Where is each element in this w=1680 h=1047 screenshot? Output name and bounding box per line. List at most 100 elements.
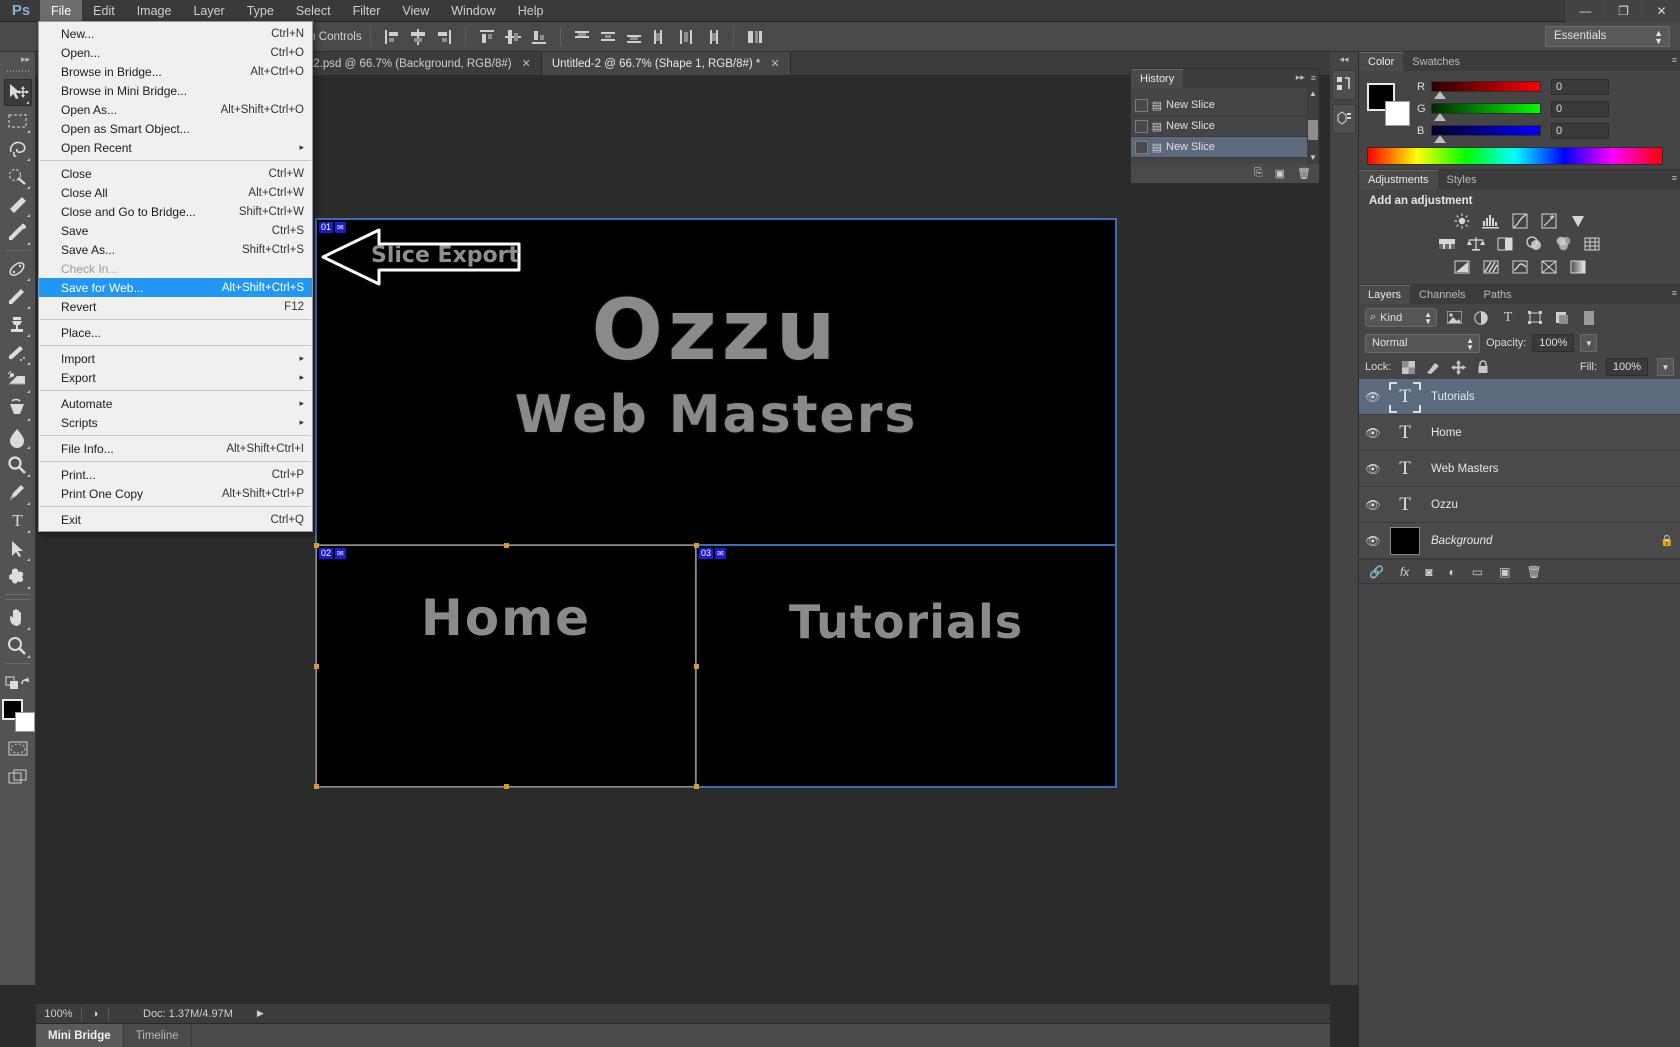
distribute-left-edges-icon[interactable] bbox=[649, 26, 671, 48]
new-layer-icon[interactable]: ▣ bbox=[1499, 565, 1510, 579]
menu-file[interactable]: File bbox=[40, 0, 83, 22]
layer-visibility-icon[interactable]: 👁 bbox=[1359, 390, 1387, 404]
distribute-top-edges-icon[interactable] bbox=[571, 26, 593, 48]
layer-visibility-icon[interactable]: 👁 bbox=[1359, 462, 1387, 476]
smart-object-filter-icon[interactable] bbox=[1552, 308, 1572, 327]
swap-reset-colors[interactable] bbox=[4, 668, 32, 695]
history-snapshot-checkbox[interactable] bbox=[1135, 119, 1148, 133]
close-icon[interactable]: ✕ bbox=[770, 57, 779, 70]
custom-shape-tool[interactable] bbox=[4, 563, 32, 590]
menu-item-print-one-copy[interactable]: Print One Copy Alt+Shift+Ctrl+P bbox=[39, 484, 312, 503]
zoom-tool[interactable] bbox=[4, 632, 32, 659]
menu-edit[interactable]: Edit bbox=[82, 0, 126, 22]
maximize-button[interactable]: ❐ bbox=[1604, 0, 1642, 22]
menu-item-save-for-web[interactable]: Save for Web... Alt+Shift+Ctrl+S bbox=[39, 278, 312, 297]
tab-history[interactable]: History bbox=[1131, 69, 1184, 88]
align-left-edges-icon[interactable] bbox=[381, 26, 403, 48]
type-layer-thumbnail[interactable]: T bbox=[1390, 455, 1420, 483]
distribute-horizontal-centers-icon[interactable] bbox=[675, 26, 697, 48]
lock-transparency-icon[interactable] bbox=[1400, 359, 1416, 375]
slider-knob[interactable] bbox=[1434, 91, 1446, 99]
channel-slider[interactable] bbox=[1431, 103, 1541, 121]
blur-tool[interactable] bbox=[4, 423, 32, 450]
menu-item-open[interactable]: Open... Ctrl+O bbox=[39, 43, 312, 62]
slice-handle[interactable] bbox=[504, 784, 509, 789]
selective-color-icon[interactable] bbox=[1538, 257, 1560, 276]
distribute-bottom-edges-icon[interactable] bbox=[623, 26, 645, 48]
history-list[interactable]: ▤ New Slice ▤ New Slice ▤ New Slice ▲ ▼ bbox=[1131, 88, 1319, 164]
minimize-button[interactable]: — bbox=[1566, 0, 1604, 22]
levels-icon[interactable] bbox=[1480, 211, 1502, 230]
slice-handle[interactable] bbox=[314, 543, 319, 548]
quick-mask-icon[interactable] bbox=[4, 735, 32, 762]
fill-dropdown-arrow[interactable]: ▼ bbox=[1657, 358, 1674, 376]
scroll-down-icon[interactable]: ▼ bbox=[1307, 152, 1319, 164]
slice-handle[interactable] bbox=[694, 664, 699, 669]
layer-row[interactable]: 👁 Background 🔒 bbox=[1359, 523, 1680, 559]
history-scrollbar[interactable]: ▲ ▼ bbox=[1307, 88, 1319, 164]
channel-mixer-icon[interactable] bbox=[1552, 234, 1574, 253]
slice-handle[interactable] bbox=[694, 784, 699, 789]
layer-thumbnail[interactable] bbox=[1387, 525, 1423, 557]
vibrance-icon[interactable] bbox=[1567, 211, 1589, 230]
background-color-swatch[interactable] bbox=[14, 712, 35, 732]
type-layer-thumbnail[interactable]: T bbox=[1390, 419, 1420, 447]
file-menu-dropdown[interactable]: New... Ctrl+N Open... Ctrl+O Browse in Bridg… bbox=[38, 21, 313, 532]
slice-handle[interactable] bbox=[314, 784, 319, 789]
layer-thumbnail[interactable]: T bbox=[1387, 381, 1423, 413]
eyedropper-tool[interactable] bbox=[4, 219, 32, 246]
menu-item-open-as-smart-object[interactable]: Open as Smart Object... bbox=[39, 119, 312, 138]
layer-visibility-icon[interactable]: 👁 bbox=[1359, 498, 1387, 512]
opacity-dropdown-arrow[interactable]: ▼ bbox=[1580, 334, 1598, 352]
filter-toggle-switch[interactable] bbox=[1579, 308, 1599, 327]
auto-align-layers-icon[interactable] bbox=[744, 26, 766, 48]
menu-item-close-all[interactable]: Close All Alt+Ctrl+W bbox=[39, 183, 312, 202]
menu-item-save[interactable]: Save Ctrl+S bbox=[39, 221, 312, 240]
layer-mask-icon[interactable]: ◙ bbox=[1425, 565, 1432, 579]
tab-mini-bridge[interactable]: Mini Bridge bbox=[36, 1024, 124, 1047]
panel-menu-icon[interactable]: ≡ bbox=[1672, 173, 1677, 183]
rectangular-marquee-tool[interactable] bbox=[4, 107, 32, 134]
align-horizontal-centers-icon[interactable] bbox=[407, 26, 429, 48]
close-icon[interactable]: ✕ bbox=[522, 57, 531, 70]
menu-view[interactable]: View bbox=[391, 0, 440, 22]
slider-knob[interactable] bbox=[1434, 135, 1446, 143]
lock-image-icon[interactable] bbox=[1425, 359, 1441, 375]
menu-item-new[interactable]: New... Ctrl+N bbox=[39, 24, 312, 43]
curves-icon[interactable] bbox=[1509, 211, 1531, 230]
invert-icon[interactable] bbox=[1451, 257, 1473, 276]
lock-all-icon[interactable] bbox=[1475, 359, 1491, 375]
menu-item-browse-in-mini-bridge[interactable]: Browse in Mini Bridge... bbox=[39, 81, 312, 100]
hand-tool[interactable] bbox=[4, 604, 32, 631]
move-tool[interactable] bbox=[3, 79, 32, 106]
color-swatches[interactable] bbox=[1, 699, 35, 732]
menu-help[interactable]: Help bbox=[507, 0, 555, 22]
menu-item-save-as[interactable]: Save As... Shift+Ctrl+S bbox=[39, 240, 312, 259]
pen-tool[interactable] bbox=[4, 479, 32, 506]
gradient-tool[interactable] bbox=[4, 395, 32, 422]
new-fill-adjustment-icon[interactable]: ◐ bbox=[1449, 565, 1456, 579]
collapse-icon[interactable]: ▸▸ bbox=[1296, 72, 1305, 83]
layer-visibility-icon[interactable]: 👁 bbox=[1359, 426, 1387, 440]
history-item[interactable]: ▤ New Slice bbox=[1131, 95, 1319, 116]
lock-position-icon[interactable] bbox=[1450, 359, 1466, 375]
menu-item-open-as[interactable]: Open As... Alt+Shift+Ctrl+O bbox=[39, 100, 312, 119]
pixel-layers-filter-icon[interactable] bbox=[1444, 308, 1464, 327]
slice-02[interactable]: 02 ✉ bbox=[316, 545, 696, 787]
slice-01[interactable]: 01 ✉ bbox=[316, 219, 1116, 545]
eraser-tool[interactable] bbox=[4, 367, 32, 394]
mini-bridge-dock-icon[interactable] bbox=[1332, 70, 1356, 100]
history-snapshot-checkbox[interactable] bbox=[1135, 98, 1148, 112]
tab-adjustments[interactable]: Adjustments bbox=[1359, 170, 1438, 189]
channel-value[interactable]: 0 bbox=[1551, 100, 1609, 117]
trash-icon[interactable]: 🗑 bbox=[1297, 167, 1311, 180]
new-group-icon[interactable]: ▭ bbox=[1472, 565, 1483, 579]
exposure-icon[interactable] bbox=[1538, 211, 1560, 230]
history-snapshot-checkbox[interactable] bbox=[1135, 140, 1148, 154]
background-color-swatch[interactable] bbox=[1385, 101, 1410, 126]
new-snapshot-icon[interactable]: ⎘ bbox=[1254, 167, 1263, 180]
channel-slider[interactable] bbox=[1431, 81, 1541, 99]
layer-thumbnail[interactable]: T bbox=[1387, 453, 1423, 485]
menu-item-automate[interactable]: Automate ▸ bbox=[39, 394, 312, 413]
delete-layer-icon[interactable]: 🗑 bbox=[1526, 565, 1541, 579]
